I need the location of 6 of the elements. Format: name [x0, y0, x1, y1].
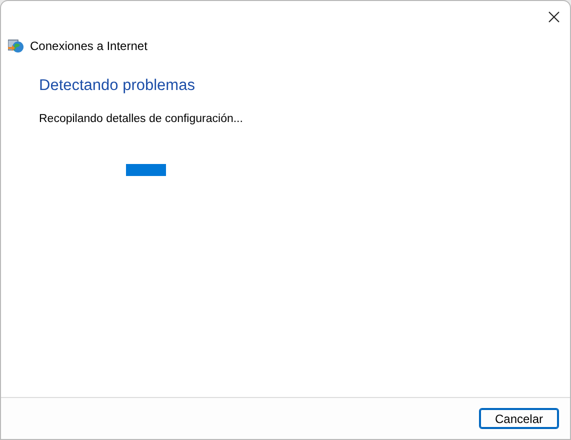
- cancel-button[interactable]: Cancelar: [479, 408, 559, 429]
- network-globe-icon: [8, 39, 24, 53]
- window-title: Conexiones a Internet: [30, 39, 148, 53]
- heading: Detectando problemas: [39, 77, 196, 95]
- status-text: Recopilando detalles de configuración...: [39, 113, 244, 125]
- close-icon[interactable]: [548, 11, 560, 23]
